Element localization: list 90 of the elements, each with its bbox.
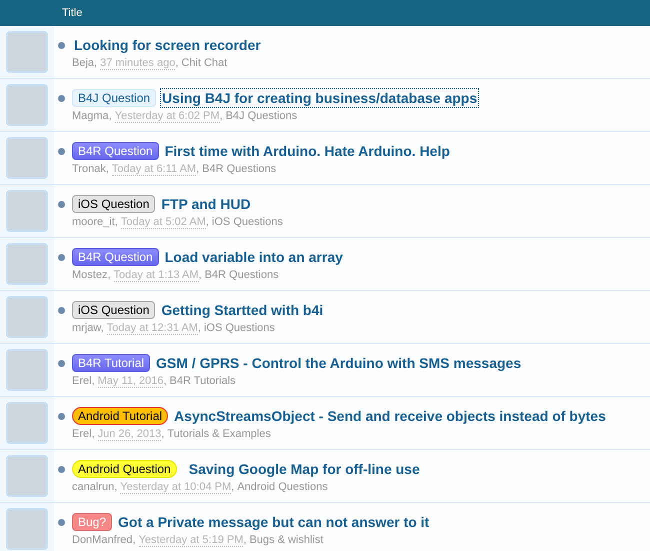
status-dot-icon: [58, 466, 65, 472]
comma: ,: [132, 534, 136, 546]
author-link[interactable]: DonManfred: [72, 534, 133, 546]
author-link[interactable]: moore_it: [72, 216, 115, 228]
date-link[interactable]: Yesterday at 6:02 PM: [114, 110, 220, 123]
comma: ,: [114, 481, 118, 493]
forum-link[interactable]: B4J Questions: [226, 110, 298, 122]
thread-title-link[interactable]: GSM / GPRS - Control the Arduino with SMS messages: [154, 353, 524, 373]
status-dot-icon: [58, 518, 65, 526]
status-dot-icon: [58, 94, 65, 102]
comma: ,: [231, 481, 234, 493]
status-dot-icon: [58, 148, 65, 154]
date-link[interactable]: Jun 26, 2013: [98, 428, 162, 441]
avatar-placeholder[interactable]: [6, 402, 48, 444]
avatar-placeholder[interactable]: [6, 31, 48, 73]
avatar-placeholder[interactable]: [6, 455, 48, 497]
date-link[interactable]: Yesterday at 5:19 PM: [138, 534, 244, 547]
forum-link[interactable]: Bugs & wishlist: [249, 534, 324, 546]
comma: ,: [220, 110, 223, 122]
avatar-placeholder[interactable]: [6, 84, 48, 126]
comma: ,: [114, 216, 118, 228]
date-link[interactable]: Today at 6:11 AM: [112, 163, 196, 176]
comma: ,: [175, 57, 178, 69]
status-dot-icon: [58, 200, 65, 208]
forum-link[interactable]: Android Questions: [237, 481, 328, 493]
thread-title-link[interactable]: Got a Private message but can not answer to it: [116, 512, 432, 532]
author-link[interactable]: Beja: [72, 57, 94, 69]
prefix-tag[interactable]: B4R Question: [72, 248, 159, 266]
comma: ,: [94, 57, 98, 69]
comma: ,: [198, 322, 201, 334]
forum-link[interactable]: Tutorials & Examples: [167, 428, 271, 440]
thread-title-link[interactable]: Using B4J for creating business/database apps: [160, 88, 480, 108]
thread-title-link[interactable]: Getting Startted with b4i: [159, 300, 326, 320]
date-link[interactable]: Yesterday at 10:04 PM: [120, 481, 232, 494]
forum-link[interactable]: B4R Questions: [204, 269, 279, 281]
author-link[interactable]: Erel: [72, 375, 92, 387]
date-link[interactable]: 37 minutes ago: [100, 57, 176, 70]
date-link[interactable]: Today at 1:13 AM: [114, 269, 199, 282]
comma: ,: [196, 163, 200, 175]
thread-title-link[interactable]: Load variable into an array: [162, 247, 345, 267]
status-dot-icon: [58, 42, 65, 48]
comma: ,: [92, 428, 95, 440]
prefix-tag[interactable]: B4R Tutorial: [72, 354, 150, 372]
author-link[interactable]: Erel: [72, 428, 92, 440]
prefix-tag[interactable]: Android Tutorial: [72, 407, 168, 425]
date-link[interactable]: May 11, 2016: [98, 375, 164, 388]
prefix-tag[interactable]: Android Question: [72, 460, 177, 478]
thread-title-link[interactable]: Saving Google Map for off-line use: [186, 459, 422, 479]
avatar-placeholder[interactable]: [6, 296, 48, 338]
prefix-tag[interactable]: B4J Question: [72, 89, 156, 107]
status-dot-icon: [58, 306, 65, 314]
comma: ,: [107, 269, 111, 281]
prefix-tag[interactable]: Bug?: [72, 513, 112, 531]
date-link[interactable]: Today at 5:02 AM: [120, 216, 206, 229]
comma: ,: [243, 534, 246, 546]
prefix-tag[interactable]: B4R Question: [72, 142, 159, 160]
forum-link[interactable]: iOS Questions: [212, 216, 283, 228]
comma: ,: [206, 216, 209, 228]
thread-title-link[interactable]: Looking for screen recorder: [72, 35, 263, 55]
forum-link[interactable]: B4R Tutorials: [170, 375, 236, 387]
comma: ,: [198, 269, 202, 281]
avatar-placeholder[interactable]: [6, 243, 48, 285]
thread-title-link[interactable]: FTP and HUD: [159, 194, 253, 214]
forum-link[interactable]: iOS Questions: [204, 322, 275, 334]
author-link[interactable]: Tronak: [72, 163, 106, 175]
date-link[interactable]: Today at 12:31 AM: [106, 322, 198, 335]
status-dot-icon: [58, 412, 65, 420]
comma: ,: [100, 322, 104, 334]
author-link[interactable]: canalrun: [72, 481, 114, 493]
thread-title-link[interactable]: First time with Arduino. Hate Arduino. Help: [162, 141, 452, 161]
avatar-placeholder[interactable]: [6, 137, 48, 179]
prefix-tag[interactable]: iOS Question: [72, 301, 156, 319]
avatar-placeholder[interactable]: [6, 349, 48, 391]
comma: ,: [106, 163, 109, 175]
author-link[interactable]: Mostez: [72, 269, 108, 281]
avatar-placeholder[interactable]: [6, 190, 48, 232]
status-dot-icon: [58, 254, 65, 260]
comma: ,: [92, 375, 95, 387]
comma: ,: [108, 110, 112, 122]
forum-link[interactable]: Chit Chat: [181, 57, 228, 69]
prefix-tag[interactable]: iOS Question: [72, 195, 156, 213]
thread-title-link[interactable]: AsyncStreamsObject - Send and receive objects instead of bytes: [172, 406, 608, 426]
comma: ,: [163, 375, 167, 387]
author-link[interactable]: Magma: [72, 110, 109, 122]
column-heading[interactable]: Title: [62, 7, 82, 19]
avatar-placeholder[interactable]: [6, 508, 48, 550]
status-dot-icon: [58, 360, 65, 366]
forum-link[interactable]: B4R Questions: [202, 163, 276, 175]
comma: ,: [161, 428, 164, 440]
author-link[interactable]: mrjaw: [72, 322, 101, 334]
